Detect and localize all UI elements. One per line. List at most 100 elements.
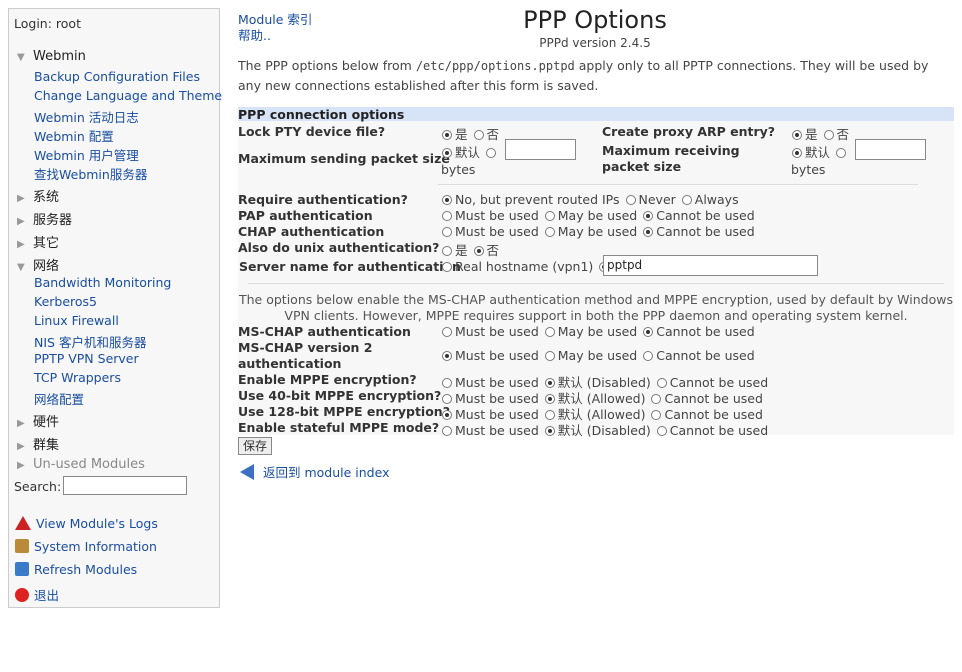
- mppe-stateful-label: Enable stateful MPPE mode?: [238, 420, 440, 435]
- sidebar-item-language[interactable]: Change Language and Theme: [34, 88, 222, 103]
- mppe40-must-radio[interactable]: [442, 394, 452, 404]
- collapsed-icon: ▶: [17, 216, 25, 227]
- page-title: PPP Options: [523, 6, 667, 34]
- sidebar-item-nis[interactable]: NIS 客户机和服务器: [34, 332, 146, 351]
- proxy-arp-yes-radio[interactable]: [792, 130, 802, 140]
- chap-label: CHAP authentication: [238, 224, 385, 239]
- sidebar-item-pptp[interactable]: PPTP VPN Server: [34, 351, 139, 366]
- pap-may-radio[interactable]: [544, 211, 555, 221]
- server-name-input[interactable]: pptpd: [603, 255, 818, 276]
- sidebar-item-actionlog[interactable]: Webmin 活动日志: [34, 107, 139, 126]
- collapsed-icon: ▶: [17, 441, 25, 452]
- login-label: Login: root: [14, 16, 81, 31]
- max-send-default-radio[interactable]: [442, 148, 452, 158]
- lock-pty-yes-radio[interactable]: [442, 130, 452, 140]
- category-servers[interactable]: ▶ 服务器: [17, 209, 72, 228]
- proxy-arp-options: 是 否: [790, 124, 849, 143]
- max-recv-custom-radio[interactable]: [836, 148, 846, 158]
- mschap-must-radio[interactable]: [442, 327, 452, 337]
- pap-label: PAP authentication: [238, 208, 373, 223]
- search-input[interactable]: [63, 476, 187, 495]
- sidebar-item-backup[interactable]: Backup Configuration Files: [34, 69, 200, 84]
- chap-must-radio[interactable]: [442, 227, 452, 237]
- mppe-stateful-cannot-radio[interactable]: [656, 426, 667, 436]
- mschap-note: The options below enable the MS-CHAP aut…: [239, 292, 953, 323]
- home-icon: [15, 539, 29, 553]
- logout-link[interactable]: 退出: [15, 585, 59, 604]
- mppe128-must-radio[interactable]: [442, 410, 452, 420]
- mppe-stateful-default-radio[interactable]: [544, 426, 555, 436]
- sidebar-item-netconfig[interactable]: 网络配置: [34, 389, 84, 408]
- mppe-cannot-radio[interactable]: [656, 378, 667, 388]
- sidebar-item-webmin-config[interactable]: Webmin 配置: [34, 126, 114, 145]
- unix-auth-no-radio[interactable]: [473, 246, 484, 256]
- view-logs-link[interactable]: View Module's Logs: [15, 516, 158, 531]
- sidebar-item-find-servers[interactable]: 查找Webmin服务器: [34, 164, 147, 183]
- chap-may-radio[interactable]: [544, 227, 555, 237]
- refresh-icon: [15, 562, 29, 576]
- sidebar-item-kerberos[interactable]: Kerberos5: [34, 294, 97, 309]
- require-auth-label: Require authentication?: [238, 192, 408, 207]
- intro-text: The PPP options below from /etc/ppp/opti…: [238, 58, 929, 93]
- proxy-arp-no-radio[interactable]: [823, 130, 834, 140]
- divider: [248, 283, 944, 284]
- category-unused[interactable]: ▶ Un-used Modules: [17, 457, 145, 472]
- mschap2-options: Must be used May be used Cannot be used: [440, 348, 755, 363]
- max-recv-input[interactable]: [855, 139, 926, 160]
- search-label: Search:: [14, 479, 62, 494]
- config-path: /etc/ppp/options.pptpd: [415, 59, 575, 73]
- collapsed-icon: ▶: [17, 460, 25, 471]
- unix-auth-yes-radio[interactable]: [442, 246, 452, 256]
- system-info-link[interactable]: System Information: [15, 539, 157, 554]
- max-recv-options: 默认: [790, 142, 849, 161]
- category-system[interactable]: ▶ 系统: [17, 186, 59, 205]
- mschap2-may-radio[interactable]: [544, 351, 555, 361]
- mppe-must-radio[interactable]: [442, 378, 452, 388]
- mppe40-label: Use 40-bit MPPE encryption?: [238, 388, 442, 403]
- category-network[interactable]: ▼ 网络: [17, 255, 59, 274]
- require-auth-opt1-radio[interactable]: [442, 195, 452, 205]
- require-auth-opt3-radio[interactable]: [681, 195, 692, 205]
- require-auth-opt2-radio[interactable]: [625, 195, 636, 205]
- server-name-hostname-radio[interactable]: [442, 262, 452, 272]
- pap-cannot-radio[interactable]: [643, 211, 654, 221]
- category-webmin[interactable]: ▼ Webmin: [17, 49, 86, 64]
- category-cluster[interactable]: ▶ 群集: [17, 434, 59, 453]
- category-hardware[interactable]: ▶ 硬件: [17, 411, 59, 430]
- max-send-input[interactable]: [505, 139, 576, 160]
- divider: [438, 184, 918, 185]
- mschap2-cannot-radio[interactable]: [643, 351, 654, 361]
- mschap-cannot-radio[interactable]: [643, 327, 654, 337]
- mppe128-default-radio[interactable]: [544, 410, 555, 420]
- category-other[interactable]: ▶ 其它: [17, 232, 59, 251]
- max-recv-unit: bytes: [791, 162, 826, 177]
- expanded-icon: ▼: [17, 52, 25, 63]
- server-name-options: Real hostname (vpn1): [440, 259, 612, 274]
- sidebar-item-firewall[interactable]: Linux Firewall: [34, 313, 119, 328]
- mppe-default-radio[interactable]: [544, 378, 555, 388]
- sidebar-item-webmin-users[interactable]: Webmin 用户管理: [34, 145, 139, 164]
- mppe-stateful-options: Must be used 默认 (Disabled) Cannot be use…: [440, 420, 768, 439]
- unix-auth-options: 是 否: [440, 240, 499, 259]
- chap-cannot-radio[interactable]: [643, 227, 654, 237]
- mppe40-default-radio[interactable]: [544, 394, 555, 404]
- save-button[interactable]: 保存: [238, 437, 273, 455]
- mschap-may-radio[interactable]: [544, 327, 555, 337]
- mppe40-cannot-radio[interactable]: [651, 394, 662, 404]
- mschap2-must-radio[interactable]: [442, 351, 452, 361]
- sidebar-item-tcpwrappers[interactable]: TCP Wrappers: [34, 370, 121, 385]
- max-recv-default-radio[interactable]: [792, 148, 802, 158]
- proxy-arp-label: Create proxy ARP entry?: [602, 124, 776, 139]
- collapsed-icon: ▶: [17, 418, 25, 429]
- back-link[interactable]: 返回到 module index: [240, 462, 390, 481]
- mppe128-cannot-radio[interactable]: [651, 410, 662, 420]
- sidebar-item-bandwidth[interactable]: Bandwidth Monitoring: [34, 275, 171, 290]
- max-send-unit: bytes: [441, 162, 476, 177]
- mppe-stateful-must-radio[interactable]: [442, 426, 452, 436]
- refresh-modules-link[interactable]: Refresh Modules: [15, 562, 137, 577]
- mppe-label: Enable MPPE encryption?: [238, 372, 417, 387]
- chap-options: Must be used May be used Cannot be used: [440, 224, 755, 239]
- pap-must-radio[interactable]: [442, 211, 452, 221]
- max-send-custom-radio[interactable]: [486, 148, 496, 158]
- lock-pty-no-radio[interactable]: [473, 130, 484, 140]
